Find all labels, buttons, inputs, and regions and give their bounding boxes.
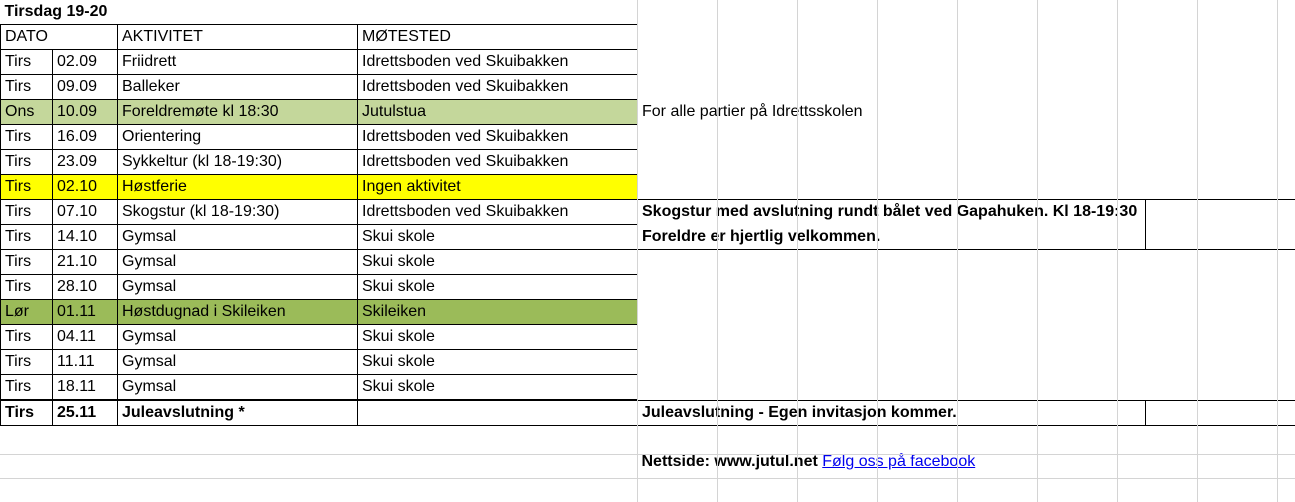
- table-row: Tirs 23.09 Sykkeltur (kl 18-19:30) Idret…: [1, 150, 1295, 175]
- table-row: Tirs 11.11 Gymsal Skui skole: [1, 350, 1295, 375]
- title-row: Tirsdag 19-20: [1, 0, 1295, 25]
- header-dato: DATO: [1, 25, 118, 50]
- header-motested: MØTESTED: [358, 25, 638, 50]
- table-row: Tirs 21.10 Gymsal Skui skole: [1, 250, 1295, 275]
- footer-cell: Nettside: www.jutul.net Følg oss på face…: [638, 450, 1146, 474]
- table-row: Tirs 04.11 Gymsal Skui skole: [1, 325, 1295, 350]
- table-row: Tirs 25.11 Juleavslutning * Juleavslutni…: [1, 400, 1295, 426]
- table-row: Tirs 07.10 Skogstur (kl 18-19:30) Idrett…: [1, 200, 1295, 225]
- table-row: Tirs 18.11 Gymsal Skui skole: [1, 375, 1295, 401]
- header-row: DATO AKTIVITET MØTESTED: [1, 25, 1295, 50]
- table-row: Tirs 16.09 Orientering Idrettsboden ved …: [1, 125, 1295, 150]
- table-row: Tirs 14.10 Gymsal Skui skole Foreldre er…: [1, 225, 1295, 250]
- table-row: Lør 01.11 Høstdugnad i Skileiken Skileik…: [1, 300, 1295, 325]
- table-row: Tirs 02.10 Høstferie Ingen aktivitet: [1, 175, 1295, 200]
- table-row: Tirs 02.09 Friidrett Idrettsboden ved Sk…: [1, 50, 1295, 75]
- schedule-table: Tirsdag 19-20 DATO AKTIVITET MØTESTED Ti…: [0, 0, 1295, 474]
- title-cell: Tirsdag 19-20: [1, 0, 118, 25]
- nettside-label: Nettside: www.jutul.net: [642, 453, 818, 470]
- footer-row: Nettside: www.jutul.net Følg oss på face…: [1, 450, 1295, 474]
- header-aktivitet: AKTIVITET: [118, 25, 358, 50]
- spacer-row: [1, 426, 1295, 451]
- table-row: Tirs 09.09 Balleker Idrettsboden ved Sku…: [1, 75, 1295, 100]
- spreadsheet-sheet: Tirsdag 19-20 DATO AKTIVITET MØTESTED Ti…: [0, 0, 1295, 502]
- facebook-link[interactable]: Følg oss på facebook: [822, 453, 975, 470]
- table-row: Tirs 28.10 Gymsal Skui skole: [1, 275, 1295, 300]
- table-row: Ons 10.09 Foreldremøte kl 18:30 Jutulstu…: [1, 100, 1295, 125]
